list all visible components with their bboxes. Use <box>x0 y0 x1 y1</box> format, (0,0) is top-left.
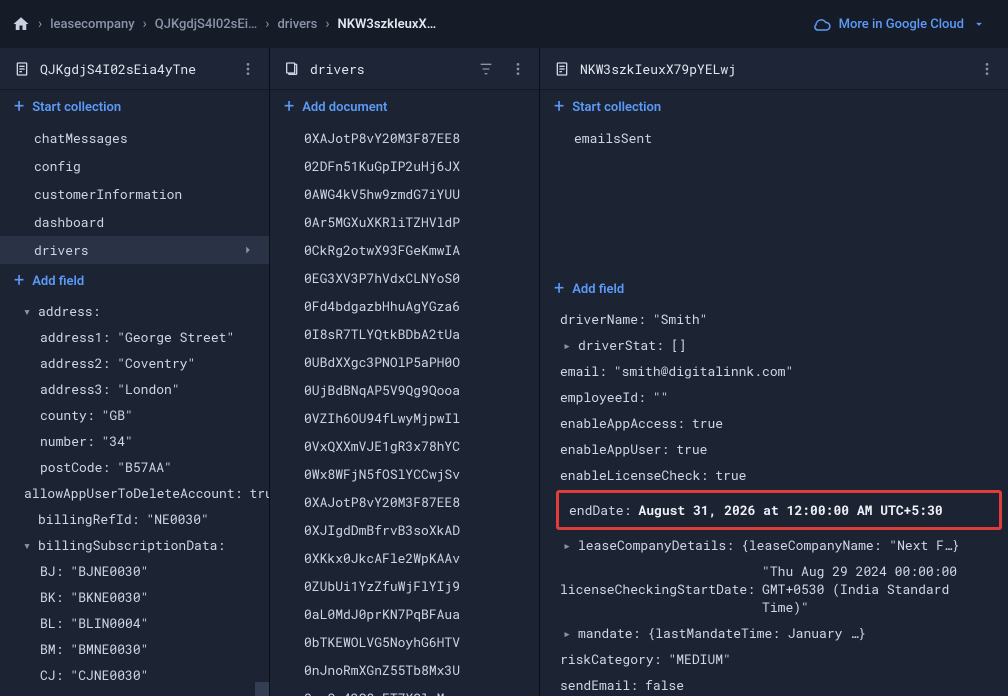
crumb-3[interactable]: NKW3szkIeuxX… <box>338 17 437 32</box>
field-enableappuser[interactable]: enableAppUsertrue <box>540 436 1008 462</box>
field-leasecompany[interactable]: ▸leaseCompanyDetails{leaseCompanyName: "… <box>540 532 1008 558</box>
field-postcode[interactable]: postCode"B57AA" <box>0 454 269 480</box>
field-address1[interactable]: address1"George Street" <box>0 324 269 350</box>
panel1-overflow-menu[interactable] <box>237 58 259 80</box>
field-employeeid[interactable]: employeeId"" <box>540 384 1008 410</box>
field-bk[interactable]: BK"BKNE0030" <box>0 584 269 610</box>
document-item[interactable]: 0VZIh6OU94fLwyMjpwIl <box>270 404 539 432</box>
field-sendemail[interactable]: sendEmailfalse <box>540 672 1008 696</box>
collection-item[interactable]: config <box>0 152 269 180</box>
plus-icon: + <box>554 280 564 298</box>
document-item[interactable]: 0I8sR7TLYQtkBDbA2tUa <box>270 320 539 348</box>
document-item[interactable]: 0Ar5MGXuXKRliTZHVldP <box>270 208 539 236</box>
plus-icon: + <box>14 98 24 116</box>
field-enableappaccess[interactable]: enableAppAccesstrue <box>540 410 1008 436</box>
field-address2[interactable]: address2"Coventry" <box>0 350 269 376</box>
field-drivername[interactable]: driverName"Smith" <box>540 306 1008 332</box>
crumb-2[interactable]: drivers <box>277 17 317 32</box>
field-address3[interactable]: address3"London" <box>0 376 269 402</box>
field-county[interactable]: county"GB" <box>0 402 269 428</box>
document-item[interactable]: 0VxQXXmVJE1gR3x78hYC <box>270 432 539 460</box>
field-bj[interactable]: BJ"BJNE0030" <box>0 558 269 584</box>
scroll-corner <box>255 682 269 696</box>
panel1-title: QJKgdjS4I02sEia4yTne <box>40 60 227 78</box>
panel-collection-middle: drivers + Add document 0XAJotP8vY20M3F87… <box>270 48 540 696</box>
document-item[interactable]: 0ngCa42S8gET7XQlzMsw <box>270 684 539 696</box>
document-item[interactable]: 0CkRg2otwX93FGeKmwIA <box>270 236 539 264</box>
add-field[interactable]: + Add field <box>540 272 1008 306</box>
collapse-icon[interactable]: ▾ <box>20 302 34 320</box>
document-icon <box>554 61 570 77</box>
collapse-icon[interactable]: ▾ <box>20 536 34 554</box>
document-item[interactable]: 0AWG4kV5hw9zmdG7iYUU <box>270 180 539 208</box>
field-bl[interactable]: BL"BLIN0004" <box>0 610 269 636</box>
document-item[interactable]: 0UjBdBNqAP5V9Qg9Qooa <box>270 376 539 404</box>
horizontal-scrollbar[interactable] <box>0 682 255 696</box>
field-driverstat[interactable]: ▸driverStat[] <box>540 332 1008 358</box>
cloud-icon <box>813 15 831 33</box>
collection-item-selected[interactable]: drivers <box>0 236 269 264</box>
document-item[interactable]: 0nJnoRmXGnZ55Tb8Mx3U <box>270 656 539 684</box>
document-item[interactable]: 0XJIgdDmBfrvB3soXkAD <box>270 516 539 544</box>
start-collection[interactable]: + Start collection <box>0 90 269 124</box>
field-address[interactable]: ▾ address <box>0 298 269 324</box>
field-allow-delete[interactable]: allowAppUserToDeleteAccounttrue <box>0 480 269 506</box>
field-enablelicensecheck[interactable]: enableLicenseChecktrue <box>540 462 1008 488</box>
panel-document-left: QJKgdjS4I02sEia4yTne + Start collection … <box>0 48 270 696</box>
expand-icon[interactable]: ▸ <box>560 624 574 642</box>
expand-icon[interactable]: ▸ <box>560 336 574 354</box>
document-item[interactable]: 0aL0MdJ0prKN7PqBFAua <box>270 600 539 628</box>
topbar: › leasecompany › QJKgdjS4I02sEi… › drive… <box>0 0 1008 48</box>
panel3-title: NKW3szkIeuxX79pYELwj <box>580 60 966 78</box>
panel3-overflow-menu[interactable] <box>976 58 998 80</box>
document-item[interactable]: 0ZUbUi1YzZfuWjFlYIj9 <box>270 572 539 600</box>
document-item[interactable]: 0Fd4bdgazbHhuAgYGza6 <box>270 292 539 320</box>
document-item[interactable]: 0Wx8WFjN5fOSlYCCwjSv <box>270 460 539 488</box>
panel-document-right: NKW3szkIeuxX79pYELwj + Start collection … <box>540 48 1008 696</box>
document-item[interactable]: 0bTKEWOLVG5NoyhG6HTV <box>270 628 539 656</box>
add-document[interactable]: + Add document <box>270 90 539 124</box>
field-enddate-highlighted[interactable]: endDate August 31, 2026 at 12:00:00 AM U… <box>556 490 1002 530</box>
chevron-right-icon <box>241 243 255 257</box>
field-riskcategory[interactable]: riskCategory"MEDIUM" <box>540 646 1008 672</box>
field-mandate[interactable]: ▸mandate{lastMandateTime: January …} <box>540 620 1008 646</box>
field-email[interactable]: email"smith@digitalinnk.com" <box>540 358 1008 384</box>
collection-icon <box>284 61 300 77</box>
crumb-1[interactable]: QJKgdjS4I02sEi… <box>155 17 257 32</box>
panel2-overflow-menu[interactable] <box>507 58 529 80</box>
field-billing-sub[interactable]: ▾billingSubscriptionData <box>0 532 269 558</box>
field-billing-ref[interactable]: billingRefId"NE0030" <box>0 506 269 532</box>
chevron-down-icon <box>972 17 986 31</box>
panel2-title: drivers <box>310 60 465 78</box>
document-item[interactable]: 02DFn51KuGpIP2uHj6JX <box>270 152 539 180</box>
document-item[interactable]: 0EG3XV3P7hVdxCLNYoS0 <box>270 264 539 292</box>
collection-item[interactable]: chatMessages <box>0 124 269 152</box>
field-licensecheckstart[interactable]: licenseCheckingStartDate"Thu Aug 29 2024… <box>540 558 1008 620</box>
document-icon <box>14 61 30 77</box>
breadcrumb: › leasecompany › QJKgdjS4I02sEi… › drive… <box>12 15 799 33</box>
field-bm[interactable]: BM"BMNE0030" <box>0 636 269 662</box>
collection-item[interactable]: emailsSent <box>540 124 1008 152</box>
document-list: 0XAJotP8vY20M3F87EE802DFn51KuGpIP2uHj6JX… <box>270 124 539 696</box>
document-item[interactable]: 0XAJotP8vY20M3F87EE8 <box>270 124 539 152</box>
collection-item[interactable]: dashboard <box>0 208 269 236</box>
filter-icon[interactable] <box>475 58 497 80</box>
more-in-google-cloud[interactable]: More in Google Cloud <box>803 9 996 39</box>
plus-icon: + <box>284 98 294 116</box>
field-number[interactable]: number"34" <box>0 428 269 454</box>
document-item[interactable]: 0UBdXXgc3PNOlP5aPH0O <box>270 348 539 376</box>
breadcrumb-sep: › <box>34 16 46 32</box>
add-field[interactable]: + Add field <box>0 264 269 298</box>
crumb-0[interactable]: leasecompany <box>50 17 134 32</box>
start-collection[interactable]: + Start collection <box>540 90 1008 124</box>
collection-list: chatMessages config customerInformation … <box>0 124 269 264</box>
home-icon[interactable] <box>12 15 30 33</box>
collection-item[interactable]: customerInformation <box>0 180 269 208</box>
plus-icon: + <box>554 98 564 116</box>
plus-icon: + <box>14 272 24 290</box>
document-item[interactable]: 0XAJotP8vY20M3F87EE8 <box>270 488 539 516</box>
expand-icon[interactable]: ▸ <box>560 536 574 554</box>
document-item[interactable]: 0XKkx0JkcAFle2WpKAAv <box>270 544 539 572</box>
